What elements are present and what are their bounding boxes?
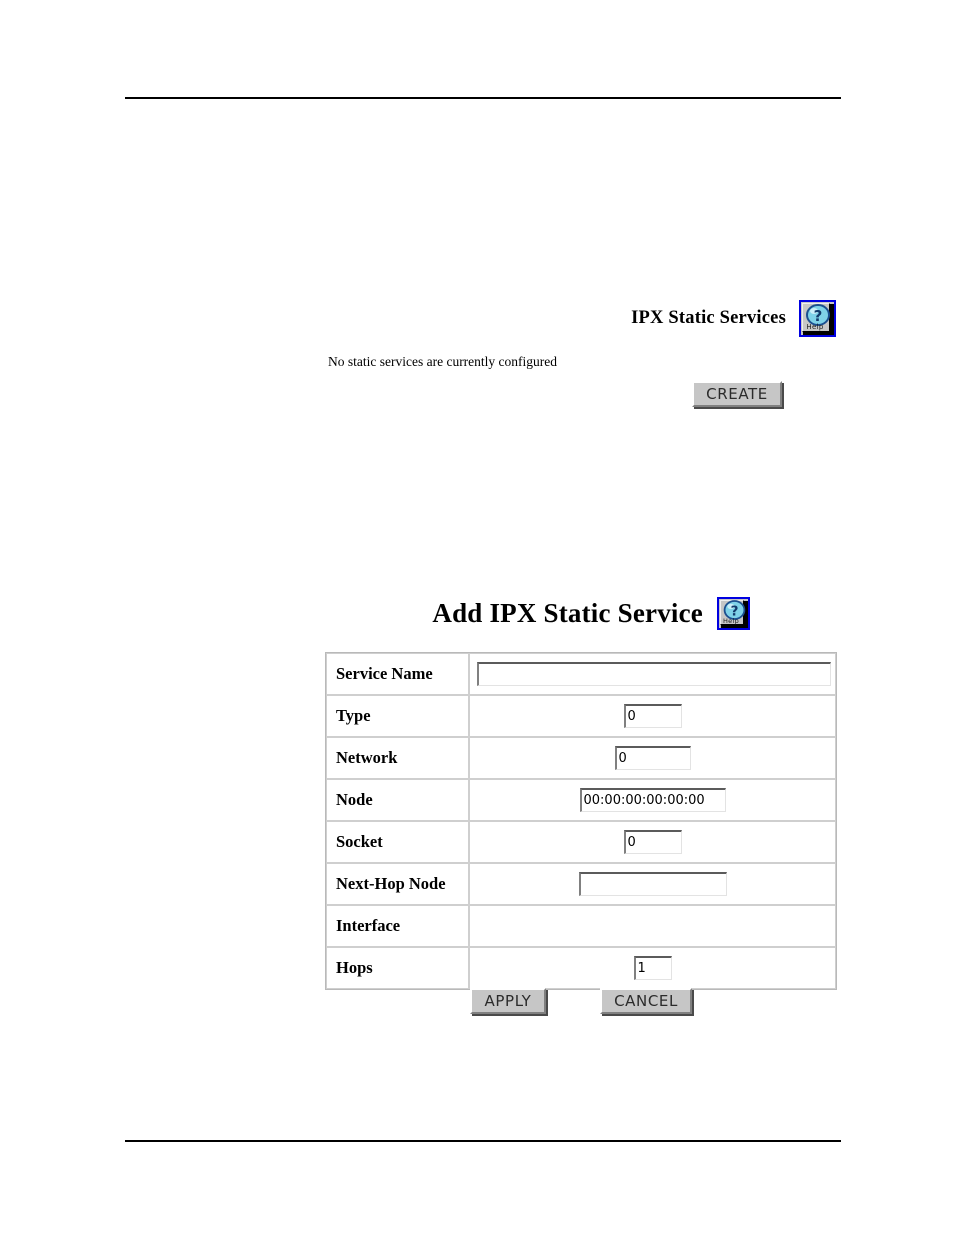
apply-button[interactable]: APPLY — [470, 988, 546, 1014]
hops-input[interactable] — [633, 956, 672, 980]
field-cell-network — [469, 737, 836, 779]
help-icon-label: Help — [722, 616, 740, 625]
table-row: Node — [326, 779, 836, 821]
help-icon-label: Help — [806, 322, 824, 331]
field-cell-node — [469, 779, 836, 821]
table-row: Type — [326, 695, 836, 737]
form-title: Add IPX Static Service — [432, 597, 703, 628]
form-actions: APPLY CANCEL — [325, 988, 837, 1014]
cancel-button[interactable]: CANCEL — [600, 988, 692, 1014]
add-ipx-static-service-form: Service Name Type Network Node Socket — [325, 652, 837, 990]
help-icon-shadow-bottom — [721, 624, 748, 628]
service-name-input[interactable] — [477, 662, 831, 686]
field-label-node: Node — [326, 779, 469, 821]
help-icon[interactable]: ? Help — [799, 299, 836, 337]
field-cell-type — [469, 695, 836, 737]
page-top-rule — [125, 97, 841, 99]
field-label-next-hop-node: Next-Hop Node — [326, 863, 469, 905]
field-cell-interface[interactable] — [469, 905, 836, 947]
table-row: Next-Hop Node — [326, 863, 836, 905]
table-row: Network — [326, 737, 836, 779]
network-input[interactable] — [614, 746, 691, 770]
table-row: Interface — [326, 905, 836, 947]
page-bottom-rule — [125, 1140, 841, 1142]
field-cell-hops — [469, 947, 836, 989]
add-ipx-static-service-heading: Add IPX Static Service ? Help — [330, 590, 750, 636]
page-title: IPX Static Services — [631, 307, 786, 328]
table-row: Hops — [326, 947, 836, 989]
field-cell-next-hop-node — [469, 863, 836, 905]
field-label-interface: Interface — [326, 905, 469, 947]
status-message: No static services are currently configu… — [328, 354, 558, 369]
help-icon[interactable]: ? Help — [717, 596, 750, 630]
field-label-service-name: Service Name — [326, 653, 469, 695]
next-hop-node-input[interactable] — [578, 872, 727, 896]
create-button[interactable]: CREATE — [692, 381, 782, 407]
ipx-static-services-heading: IPX Static Services ? Help — [500, 296, 836, 340]
socket-input[interactable] — [623, 830, 682, 854]
field-label-hops: Hops — [326, 947, 469, 989]
field-label-socket: Socket — [326, 821, 469, 863]
field-cell-socket — [469, 821, 836, 863]
field-label-type: Type — [326, 695, 469, 737]
table-row: Socket — [326, 821, 836, 863]
field-label-network: Network — [326, 737, 469, 779]
table-row: Service Name — [326, 653, 836, 695]
field-cell-service-name — [469, 653, 836, 695]
node-input[interactable] — [579, 788, 726, 812]
help-icon-shadow-bottom — [803, 331, 834, 335]
svg-text:?: ? — [814, 307, 823, 325]
type-input[interactable] — [623, 704, 682, 728]
